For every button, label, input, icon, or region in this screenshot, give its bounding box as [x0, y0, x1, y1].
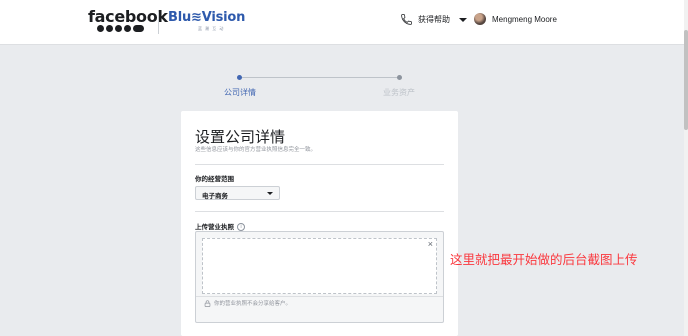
user-menu[interactable]: Mengmeng Moore: [474, 13, 557, 25]
scrollbar-thumb[interactable]: [684, 30, 688, 130]
phone-icon: [401, 14, 412, 25]
instagram-app-icon: [115, 25, 122, 32]
annotation-note: 这里就把最开始做的后台截图上传: [450, 253, 638, 267]
bluevision-subtitle: 蓝 瀚 互 动: [198, 26, 225, 31]
business-scope-label: 你的经营范围: [195, 176, 234, 183]
divider: [195, 211, 444, 212]
company-details-card: 设置公司详情 这些信息应该与你的官方营业执照信息完全一致。 你的经营范围 电子商…: [181, 111, 458, 336]
privacy-note: 你的营业执照不会分享给客户。: [204, 299, 291, 307]
progress-track: [240, 77, 400, 78]
avatar: [474, 13, 486, 25]
facebook-logo: facebook: [88, 7, 168, 26]
business-scope-select[interactable]: 电子商务: [195, 186, 280, 200]
business-license-label-text: 上传营业执照: [195, 224, 234, 231]
step-dot-business-assets: [397, 75, 402, 80]
page-subtitle: 这些信息应该与你的官方营业执照信息完全一致。: [195, 147, 317, 153]
page-scrollbar[interactable]: [684, 0, 688, 336]
divider: [195, 164, 444, 165]
lock-icon: [204, 299, 211, 307]
header-divider: [158, 12, 159, 34]
user-name: Mengmeng Moore: [492, 14, 557, 24]
messenger-app-icon: [106, 25, 113, 32]
oculus-app-icon: [133, 25, 144, 32]
chevron-down-icon: [267, 192, 273, 195]
business-license-label: 上传营业执照 i: [195, 221, 245, 232]
help-menu[interactable]: 获得帮助: [400, 13, 467, 26]
privacy-note-text: 你的营业执照不会分享给客户。: [214, 301, 292, 307]
step-label-company-details: 公司详情: [224, 88, 256, 97]
bluevision-logo: Blu≋Vision: [168, 10, 246, 25]
facebook-app-icon: [97, 25, 104, 32]
close-icon[interactable]: ×: [428, 239, 433, 249]
caret-down-icon: [459, 17, 467, 22]
help-label: 获得帮助: [418, 15, 450, 24]
license-upload-dropzone[interactable]: ×: [202, 238, 437, 294]
whatsapp-app-icon: [124, 25, 131, 32]
page-title: 设置公司详情: [195, 129, 286, 146]
step-label-business-assets: 业务资产: [383, 88, 415, 97]
divider: [196, 296, 443, 297]
top-header: facebook Blu≋Vision 蓝 瀚 互 动 获得帮助 Mengmen…: [0, 0, 684, 45]
license-upload-panel: × 你的营业执照不会分享给客户。: [195, 231, 444, 323]
business-scope-value: 电子商务: [202, 193, 228, 200]
step-dot-company-details: [237, 75, 242, 80]
facebook-app-icons: [97, 25, 144, 32]
